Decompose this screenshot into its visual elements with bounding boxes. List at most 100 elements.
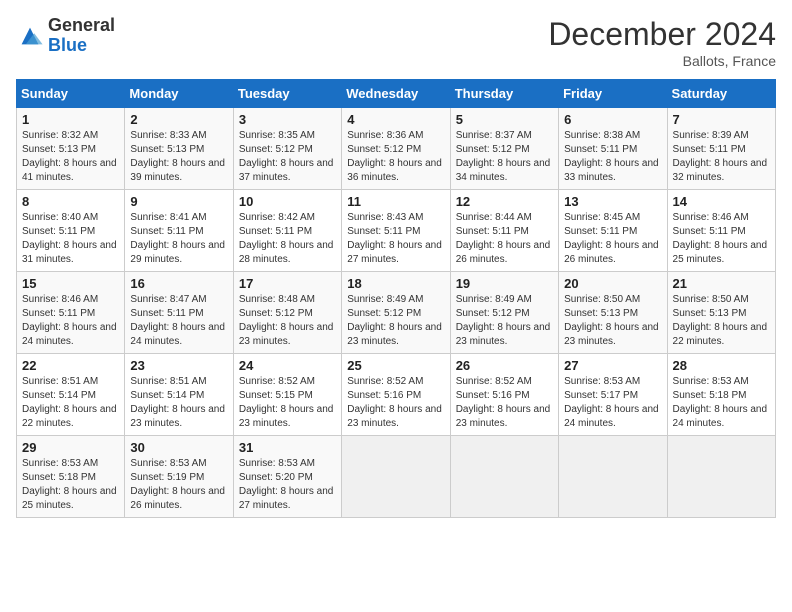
calendar-cell: 8 Sunrise: 8:40 AMSunset: 5:11 PMDaylight… — [17, 190, 125, 272]
calendar-cell: 30 Sunrise: 8:53 AMSunset: 5:19 PMDayligh… — [125, 436, 233, 518]
day-info: Sunrise: 8:39 AMSunset: 5:11 PMDaylight:… — [673, 129, 770, 185]
logo-icon — [16, 22, 44, 50]
calendar-cell: 12 Sunrise: 8:44 AMSunset: 5:11 PMDayligh… — [450, 190, 558, 272]
col-tuesday: Tuesday — [233, 80, 341, 108]
calendar-cell: 1Sunrise: 8:32 AMSunset: 5:13 PMDaylight… — [17, 108, 125, 190]
calendar-cell: 21 Sunrise: 8:50 AMSunset: 5:13 PMDayligh… — [667, 272, 775, 354]
day-number: 5 — [456, 112, 553, 127]
day-info: Sunrise: 8:51 AMSunset: 5:14 PMDaylight:… — [22, 375, 119, 431]
calendar-cell: 22 Sunrise: 8:51 AMSunset: 5:14 PMDayligh… — [17, 354, 125, 436]
calendar-cell: 11Sunrise: 8:43 AMSunset: 5:11 PMDayligh… — [342, 190, 450, 272]
subtitle: Ballots, France — [548, 53, 776, 69]
calendar-cell: 2 Sunrise: 8:33 AMSunset: 5:13 PMDaylight… — [125, 108, 233, 190]
calendar-week-3: 22 Sunrise: 8:51 AMSunset: 5:14 PMDayligh… — [17, 354, 776, 436]
day-number: 23 — [130, 358, 227, 373]
day-number: 19 — [456, 276, 553, 291]
logo-general: General — [48, 15, 115, 35]
calendar-cell: 7 Sunrise: 8:39 AMSunset: 5:11 PMDaylight… — [667, 108, 775, 190]
calendar-cell: 20Sunrise: 8:50 AMSunset: 5:13 PMDayligh… — [559, 272, 667, 354]
calendar-week-1: 8 Sunrise: 8:40 AMSunset: 5:11 PMDaylight… — [17, 190, 776, 272]
day-info: Sunrise: 8:47 AMSunset: 5:11 PMDaylight:… — [130, 293, 227, 349]
calendar-cell: 6 Sunrise: 8:38 AMSunset: 5:11 PMDaylight… — [559, 108, 667, 190]
calendar-cell: 5 Sunrise: 8:37 AMSunset: 5:12 PMDaylight… — [450, 108, 558, 190]
day-number: 15 — [22, 276, 119, 291]
day-info: Sunrise: 8:50 AMSunset: 5:13 PMDaylight:… — [673, 293, 770, 349]
calendar-cell: 4 Sunrise: 8:36 AMSunset: 5:12 PMDaylight… — [342, 108, 450, 190]
day-number: 29 — [22, 440, 119, 455]
col-friday: Friday — [559, 80, 667, 108]
logo-blue: Blue — [48, 35, 87, 55]
day-number: 18 — [347, 276, 444, 291]
col-monday: Monday — [125, 80, 233, 108]
calendar-cell: 19 Sunrise: 8:49 AMSunset: 5:12 PMDayligh… — [450, 272, 558, 354]
calendar-cell: 24 Sunrise: 8:52 AMSunset: 5:15 PMDayligh… — [233, 354, 341, 436]
calendar-cell: 15 Sunrise: 8:46 AMSunset: 5:11 PMDayligh… — [17, 272, 125, 354]
calendar-week-4: 29 Sunrise: 8:53 AMSunset: 5:18 PMDayligh… — [17, 436, 776, 518]
calendar-cell: 3 Sunrise: 8:35 AMSunset: 5:12 PMDaylight… — [233, 108, 341, 190]
day-info: Sunrise: 8:52 AMSunset: 5:16 PMDaylight:… — [456, 375, 553, 431]
day-info: Sunrise: 8:44 AMSunset: 5:11 PMDaylight:… — [456, 211, 553, 267]
day-info: Sunrise: 8:53 AMSunset: 5:17 PMDaylight:… — [564, 375, 661, 431]
day-number: 6 — [564, 112, 661, 127]
day-number: 7 — [673, 112, 770, 127]
day-info: Sunrise: 8:53 AMSunset: 5:18 PMDaylight:… — [673, 375, 770, 431]
header: General Blue December 2024 Ballots, Fran… — [16, 16, 776, 69]
day-number: 8 — [22, 194, 119, 209]
calendar-cell: 23 Sunrise: 8:51 AMSunset: 5:14 PMDayligh… — [125, 354, 233, 436]
day-info: Sunrise: 8:52 AMSunset: 5:16 PMDaylight:… — [347, 375, 444, 431]
day-number: 13 — [564, 194, 661, 209]
day-info: Sunrise: 8:46 AMSunset: 5:11 PMDaylight:… — [673, 211, 770, 267]
day-number: 3 — [239, 112, 336, 127]
day-info: Sunrise: 8:42 AMSunset: 5:11 PMDaylight:… — [239, 211, 336, 267]
day-info: Sunrise: 8:35 AMSunset: 5:12 PMDaylight:… — [239, 129, 336, 185]
calendar-cell: 13 Sunrise: 8:45 AMSunset: 5:11 PMDayligh… — [559, 190, 667, 272]
day-number: 4 — [347, 112, 444, 127]
calendar-cell: 29 Sunrise: 8:53 AMSunset: 5:18 PMDayligh… — [17, 436, 125, 518]
day-number: 2 — [130, 112, 227, 127]
calendar-cell — [342, 436, 450, 518]
day-number: 28 — [673, 358, 770, 373]
day-info: Sunrise: 8:52 AMSunset: 5:15 PMDaylight:… — [239, 375, 336, 431]
calendar-cell: 28 Sunrise: 8:53 AMSunset: 5:18 PMDayligh… — [667, 354, 775, 436]
title-area: December 2024 Ballots, France — [548, 16, 776, 69]
calendar-week-0: 1Sunrise: 8:32 AMSunset: 5:13 PMDaylight… — [17, 108, 776, 190]
day-info: Sunrise: 8:40 AMSunset: 5:11 PMDaylight:… — [22, 211, 119, 267]
day-number: 26 — [456, 358, 553, 373]
day-info: Sunrise: 8:48 AMSunset: 5:12 PMDaylight:… — [239, 293, 336, 349]
day-number: 21 — [673, 276, 770, 291]
logo: General Blue — [16, 16, 115, 56]
day-info: Sunrise: 8:36 AMSunset: 5:12 PMDaylight:… — [347, 129, 444, 185]
day-info: Sunrise: 8:33 AMSunset: 5:13 PMDaylight:… — [130, 129, 227, 185]
day-info: Sunrise: 8:53 AMSunset: 5:19 PMDaylight:… — [130, 457, 227, 513]
day-number: 20 — [564, 276, 661, 291]
day-info: Sunrise: 8:53 AMSunset: 5:18 PMDaylight:… — [22, 457, 119, 513]
day-info: Sunrise: 8:53 AMSunset: 5:20 PMDaylight:… — [239, 457, 336, 513]
calendar-cell: 17Sunrise: 8:48 AMSunset: 5:12 PMDayligh… — [233, 272, 341, 354]
day-info: Sunrise: 8:41 AMSunset: 5:11 PMDaylight:… — [130, 211, 227, 267]
calendar-cell: 31Sunrise: 8:53 AMSunset: 5:20 PMDayligh… — [233, 436, 341, 518]
col-thursday: Thursday — [450, 80, 558, 108]
calendar-header-row: Sunday Monday Tuesday Wednesday Thursday… — [17, 80, 776, 108]
day-number: 12 — [456, 194, 553, 209]
calendar-cell: 9 Sunrise: 8:41 AMSunset: 5:11 PMDaylight… — [125, 190, 233, 272]
day-number: 22 — [22, 358, 119, 373]
col-wednesday: Wednesday — [342, 80, 450, 108]
day-info: Sunrise: 8:45 AMSunset: 5:11 PMDaylight:… — [564, 211, 661, 267]
day-info: Sunrise: 8:49 AMSunset: 5:12 PMDaylight:… — [456, 293, 553, 349]
calendar-table: Sunday Monday Tuesday Wednesday Thursday… — [16, 79, 776, 518]
month-title: December 2024 — [548, 16, 776, 53]
day-number: 30 — [130, 440, 227, 455]
day-info: Sunrise: 8:37 AMSunset: 5:12 PMDaylight:… — [456, 129, 553, 185]
calendar-cell: 25Sunrise: 8:52 AMSunset: 5:16 PMDayligh… — [342, 354, 450, 436]
day-number: 1 — [22, 112, 119, 127]
day-info: Sunrise: 8:38 AMSunset: 5:11 PMDaylight:… — [564, 129, 661, 185]
calendar-cell: 27Sunrise: 8:53 AMSunset: 5:17 PMDayligh… — [559, 354, 667, 436]
calendar-cell: 16Sunrise: 8:47 AMSunset: 5:11 PMDayligh… — [125, 272, 233, 354]
day-number: 14 — [673, 194, 770, 209]
day-number: 9 — [130, 194, 227, 209]
calendar-cell — [559, 436, 667, 518]
day-number: 24 — [239, 358, 336, 373]
calendar-week-2: 15 Sunrise: 8:46 AMSunset: 5:11 PMDayligh… — [17, 272, 776, 354]
day-info: Sunrise: 8:51 AMSunset: 5:14 PMDaylight:… — [130, 375, 227, 431]
day-info: Sunrise: 8:46 AMSunset: 5:11 PMDaylight:… — [22, 293, 119, 349]
